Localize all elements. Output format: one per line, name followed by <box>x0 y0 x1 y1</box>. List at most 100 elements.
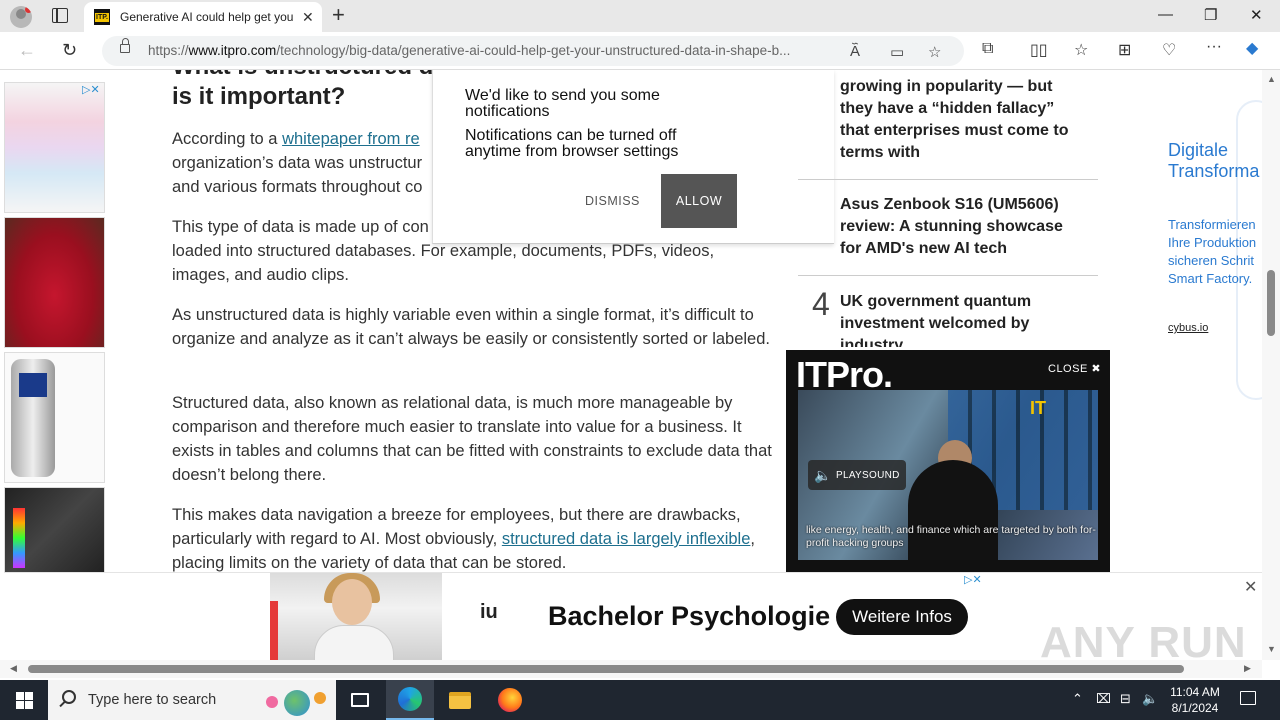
title-bar: ITP. Generative AI could help get your u… <box>0 0 1280 32</box>
divider <box>798 179 1098 180</box>
volume-icon[interactable]: 🔈 <box>1142 691 1158 707</box>
speaker-icon: 🔈 <box>814 466 832 483</box>
close-ad-icon[interactable]: ✕ <box>1244 577 1257 597</box>
clock-time: 11:04 AM <box>1170 685 1220 699</box>
ad-product-image[interactable] <box>4 82 105 213</box>
article-line: images, and audio clips. <box>172 266 350 284</box>
folder-icon <box>449 691 471 709</box>
favorites-icon[interactable]: ☆ <box>1074 40 1088 60</box>
horizontal-scrollbar[interactable]: ◀ ▶ <box>0 660 1262 678</box>
minimize-icon[interactable]: — <box>1158 6 1173 23</box>
divider <box>798 275 1098 276</box>
close-icon[interactable]: ✖ <box>1091 363 1101 375</box>
bottom-ad-banner[interactable]: iu Bachelor Psychologie Weitere Infos ▷✕ <box>270 573 998 660</box>
more-icon[interactable]: ··· <box>1206 38 1222 56</box>
ad-product-image[interactable] <box>4 217 105 348</box>
device-icon[interactable]: ⌧ <box>1096 691 1111 707</box>
video-it-mark: IT <box>1030 398 1046 418</box>
scroll-thumb[interactable] <box>1267 270 1275 336</box>
copilot-icon[interactable]: ◆ <box>1246 38 1258 58</box>
notification-prompt: We'd like to send you some notifications… <box>432 70 834 244</box>
lock-icon[interactable] <box>120 38 130 53</box>
scroll-right-icon[interactable]: ▶ <box>1244 663 1251 674</box>
search-highlight-icon <box>262 686 330 716</box>
ad-choices-icon[interactable]: ▷✕ <box>82 83 100 96</box>
structured-data-link[interactable]: structured data is largely inflexible <box>502 530 751 548</box>
video-caption: like energy, health, and finance which a… <box>806 524 1096 549</box>
video-close-button[interactable]: CLOSE ✖ <box>1048 362 1101 375</box>
close-window-icon[interactable]: ✕ <box>1250 6 1263 24</box>
profile-icon[interactable] <box>10 6 32 28</box>
back-icon[interactable]: ← <box>18 40 36 61</box>
scroll-down-icon[interactable]: ▼ <box>1267 644 1276 654</box>
play-sound-button[interactable]: 🔈 PLAYSOUND <box>808 460 906 490</box>
collections-icon[interactable]: ⊞ <box>1118 40 1131 60</box>
refresh-icon[interactable]: ↻ <box>62 40 77 61</box>
read-aloud-icon[interactable]: A᷈ <box>850 43 860 60</box>
tab-title: Generative AI could help get your unstru… <box>120 10 294 24</box>
sidebar-article-link[interactable]: growing in popularity — but they have a … <box>840 76 1080 164</box>
favorite-star-icon[interactable]: ☆ <box>928 43 941 61</box>
maximize-icon[interactable]: ❐ <box>1204 6 1217 24</box>
taskbar-search[interactable]: Type here to search <box>48 680 336 720</box>
sidebar-article-link[interactable]: Asus Zenbook S16 (UM5606) review: A stun… <box>840 194 1080 260</box>
task-view-button[interactable] <box>336 680 384 720</box>
firefox-taskbar-button[interactable] <box>486 680 534 720</box>
tabs-icon[interactable] <box>52 8 68 23</box>
sidebar-article-link[interactable]: UK government quantum investment welcome… <box>840 291 1080 347</box>
video-player[interactable]: ITPro. CLOSE ✖ IT 🔈 PLAYSOUND like energ… <box>786 350 1110 572</box>
search-icon <box>62 690 76 704</box>
article-paragraph: As unstructured data is highly variable … <box>172 306 770 348</box>
ad-product-image[interactable] <box>4 352 105 483</box>
extensions-icon[interactable]: ⧉ <box>982 40 993 58</box>
url-text[interactable]: https://www.itpro.com/technology/big-dat… <box>148 43 838 58</box>
windows-start-icon[interactable] <box>16 692 33 709</box>
show-hidden-icons-chevron-icon[interactable]: ⌃ <box>1072 691 1083 707</box>
scroll-up-icon[interactable]: ▲ <box>1267 74 1276 84</box>
anyrun-watermark: ANY RUN <box>1040 618 1247 660</box>
ad-link[interactable]: cybus.io <box>1168 322 1208 334</box>
file-explorer-button[interactable] <box>436 680 484 720</box>
tab-close-icon[interactable]: ✕ <box>302 9 314 26</box>
ad-headline: Bachelor Psychologie <box>548 601 831 631</box>
performance-icon[interactable]: ♡ <box>1162 40 1176 60</box>
rank-number: 4 <box>812 286 830 322</box>
scroll-thumb[interactable] <box>28 665 1184 673</box>
more-info-button[interactable]: Weitere Infos <box>836 599 968 635</box>
immersive-reader-icon[interactable]: ▭ <box>890 43 904 61</box>
notification-subtext: Notifications can be turned off anytime … <box>465 127 679 160</box>
taskbar: Type here to search ⌃ ⌧ ⊟ 🔈 11:04 AM 8/1… <box>0 680 1280 720</box>
article-paragraph: Structured data, also known as relationa… <box>172 394 772 484</box>
notification-center-icon[interactable] <box>1240 691 1256 705</box>
new-tab-plus-icon[interactable]: + <box>332 4 345 26</box>
system-clock[interactable]: 11:04 AM 8/1/2024 <box>1160 684 1230 716</box>
network-icon[interactable]: ⊟ <box>1120 691 1131 707</box>
ad-photo[interactable] <box>270 573 442 660</box>
ad-title: Digitale Transforma <box>1168 140 1260 181</box>
page-content: ▷✕ What is unstructured data, and why is… <box>0 70 1262 660</box>
video-frame[interactable]: IT 🔈 PLAYSOUND like energy, health, and … <box>798 390 1098 560</box>
ad-text: Transformieren Ihre Produktion sicheren … <box>1168 217 1257 286</box>
left-ad-skyscraper[interactable]: ▷✕ <box>4 82 106 618</box>
allow-button[interactable]: ALLOW <box>661 174 737 228</box>
split-screen-icon[interactable]: ▯▯ <box>1030 40 1048 60</box>
dismiss-button[interactable]: DISMISS <box>585 194 640 208</box>
firefox-icon <box>498 688 522 712</box>
right-ad-banner[interactable]: Digitale Transforma Transformieren Ihre P… <box>1158 80 1262 420</box>
vertical-scrollbar[interactable]: ▲ ▼ <box>1262 70 1280 660</box>
search-placeholder: Type here to search <box>88 692 217 708</box>
ad-choices-icon[interactable]: ▷✕ <box>964 573 982 586</box>
active-tab[interactable]: ITP. Generative AI could help get your u… <box>84 2 322 32</box>
clock-date: 8/1/2024 <box>1171 701 1219 715</box>
notification-message: We'd like to send you some notifications <box>465 87 660 120</box>
navigation-bar: ← ↻ https://www.itpro.com/technology/big… <box>0 32 1280 70</box>
edge-icon <box>398 687 422 711</box>
address-bar[interactable]: https://www.itpro.com/technology/big-dat… <box>102 36 964 66</box>
iu-logo: iu <box>480 601 498 623</box>
edge-taskbar-button[interactable] <box>386 680 434 720</box>
itpro-favicon-icon: ITP. <box>94 9 110 25</box>
whitepaper-link[interactable]: whitepaper from re <box>282 130 420 148</box>
task-view-icon <box>351 693 369 707</box>
scroll-left-icon[interactable]: ◀ <box>10 663 17 674</box>
article-paragraph: This makes data navigation a breeze for … <box>172 506 755 572</box>
